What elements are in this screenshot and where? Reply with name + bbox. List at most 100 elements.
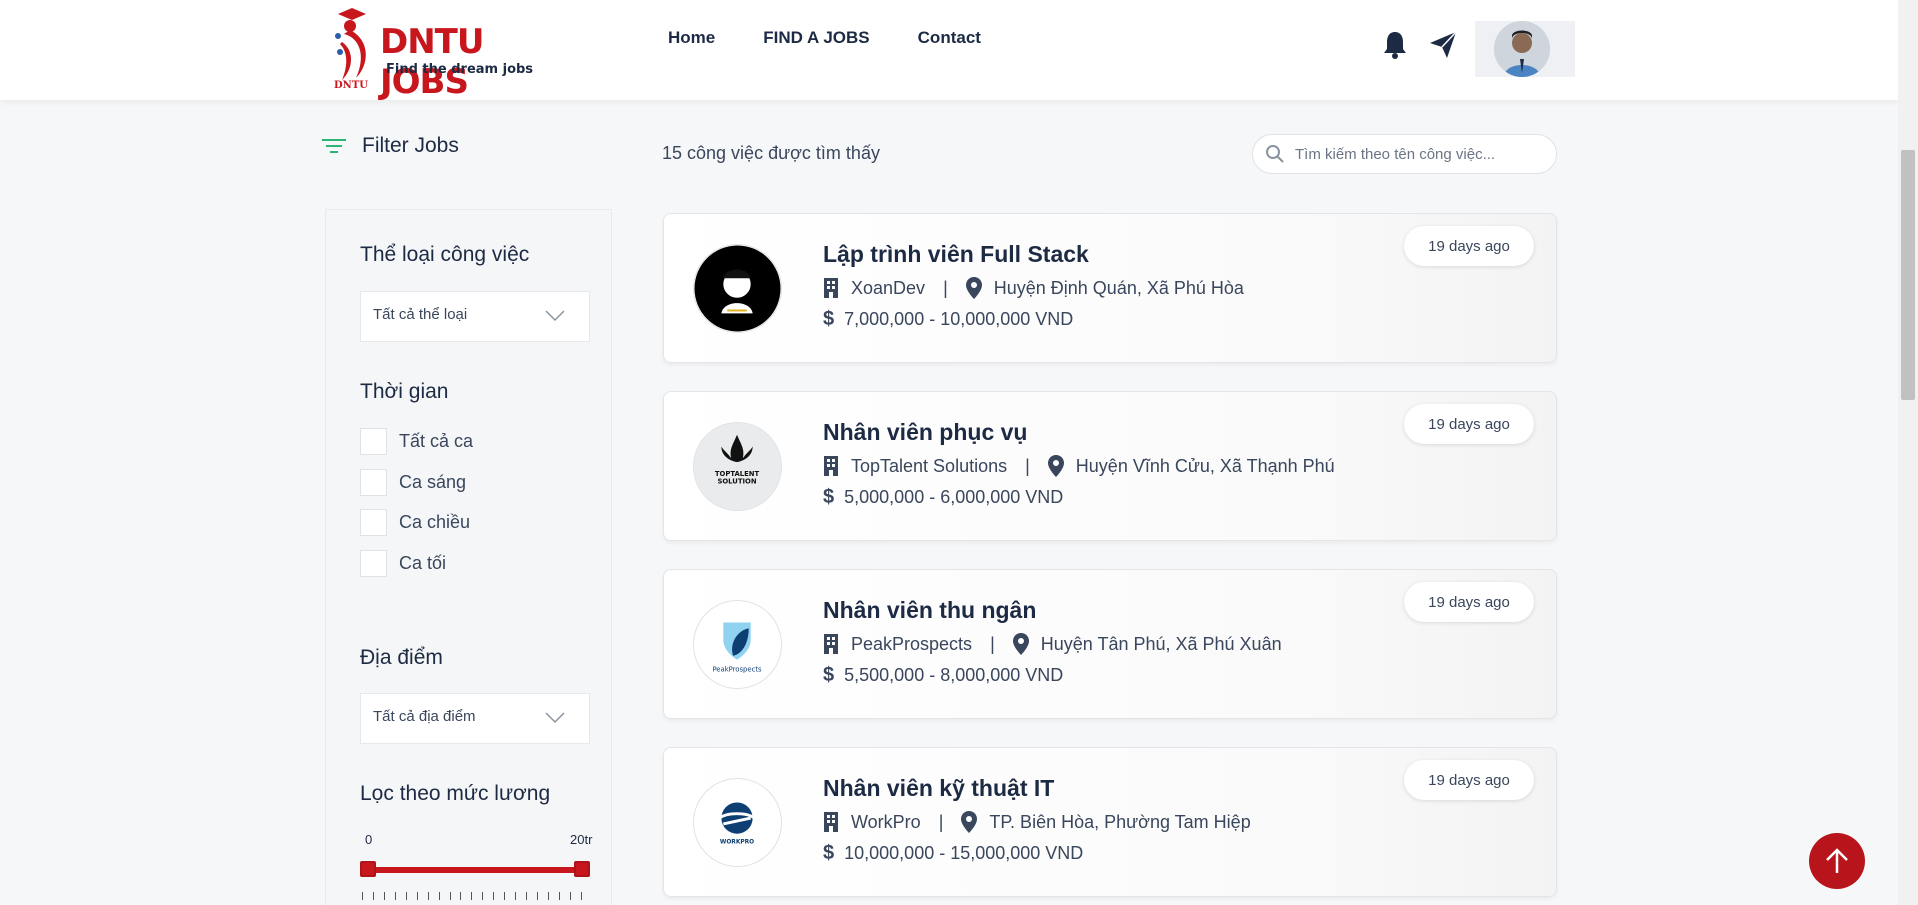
building-icon (824, 456, 838, 476)
svg-text:WORKPRO: WORKPRO (720, 840, 754, 846)
building-icon (824, 812, 838, 832)
chevron-down-icon (545, 712, 565, 724)
category-selected: Tất cả thể loại (373, 306, 468, 323)
logo-mark-text: DNTU (334, 80, 368, 91)
logo-tagline: Find the dream jobs (386, 62, 534, 77)
checkbox[interactable] (360, 550, 387, 577)
building-icon (824, 278, 838, 298)
job-salary: 7,000,000 - 10,000,000 VND (844, 309, 1074, 329)
checkbox-label: Ca chiều (399, 512, 471, 532)
job-title[interactable]: Nhân viên kỹ thuật IT (823, 775, 1054, 802)
location-selected: Tất cả địa điểm (373, 708, 476, 725)
location-title: Địa điểm (360, 646, 443, 669)
posted-badge: 19 days ago (1404, 404, 1534, 444)
nav-find-jobs[interactable]: FIND A JOBS (763, 28, 869, 48)
time-option-morning[interactable]: Ca sáng (360, 469, 466, 496)
map-pin-icon (1047, 455, 1064, 477)
company-logo: PeakProspects (693, 600, 782, 689)
search-icon (1266, 145, 1284, 163)
map-pin-icon (965, 277, 982, 299)
salary-min-handle[interactable] (360, 861, 376, 877)
company-logo: TOPTALENT SOLUTION (693, 422, 782, 511)
time-option-evening[interactable]: Ca tối (360, 550, 446, 577)
main-nav: Home FIND A JOBS Contact (668, 28, 981, 48)
results-count: 15 công việc được tìm thấy (662, 143, 880, 163)
job-card[interactable]: WORKPRO Nhân viên kỹ thuật IT WorkPro | … (663, 747, 1557, 897)
chevron-down-icon (545, 310, 565, 322)
job-card[interactable]: PeakProspects Nhân viên thu ngân PeakPro… (663, 569, 1557, 719)
job-location: Huyện Tân Phú, Xã Phú Xuân (1040, 633, 1282, 654)
svg-text:TOPTALENT: TOPTALENT (715, 470, 760, 478)
dollar-icon: $ (823, 486, 835, 508)
arrow-up-icon (1826, 848, 1848, 873)
dollar-icon: $ (823, 308, 835, 330)
scroll-to-top-button[interactable] (1809, 833, 1865, 889)
job-title[interactable]: Nhân viên phục vụ (823, 419, 1027, 446)
checkbox[interactable] (360, 509, 387, 536)
filter-sidebar: Thể loại công việc Tất cả thể loại Thời … (325, 209, 612, 905)
company-name[interactable]: XoanDev (851, 278, 925, 299)
job-meta: TopTalent Solutions | Huyện Vĩnh Cửu, Xã… (823, 455, 1335, 477)
location-select[interactable]: Tất cả địa điểm (360, 693, 590, 744)
salary-max-label: 20tr (570, 832, 593, 847)
map-pin-icon (961, 811, 978, 833)
site-logo[interactable]: DNTU JOBS Find the dream jobs DNTU (330, 4, 550, 102)
job-salary-row: $ 5,500,000 - 8,000,000 VND (823, 664, 1063, 687)
posted-badge: 19 days ago (1404, 582, 1534, 622)
site-header: DNTU JOBS Find the dream jobs DNTU Home … (0, 0, 1898, 102)
paper-plane-icon[interactable] (1428, 30, 1458, 60)
job-salary: 5,500,000 - 8,000,000 VND (844, 665, 1064, 685)
user-avatar[interactable] (1494, 21, 1550, 77)
job-location: Huyện Vĩnh Cửu, Xã Thạnh Phú (1075, 455, 1335, 476)
category-select[interactable]: Tất cả thể loại (360, 291, 590, 342)
filter-header: Filter Jobs (322, 134, 459, 158)
salary-min-label: 0 (365, 832, 373, 847)
job-salary-row: $ 10,000,000 - 15,000,000 VND (823, 842, 1083, 865)
job-title[interactable]: Nhân viên thu ngân (823, 597, 1036, 624)
job-meta: WorkPro | TP. Biên Hòa, Phường Tam Hiệp (823, 811, 1251, 833)
time-option-all[interactable]: Tất cả ca (360, 428, 473, 455)
company-name[interactable]: PeakProspects (851, 634, 972, 655)
salary-range-track[interactable] (362, 867, 582, 873)
posted-badge: 19 days ago (1404, 760, 1534, 800)
job-salary-row: $ 7,000,000 - 10,000,000 VND (823, 308, 1073, 331)
checkbox-label: Ca sáng (399, 472, 467, 492)
job-meta: XoanDev | Huyện Định Quán, Xã Phú Hòa (823, 277, 1244, 299)
job-salary: 5,000,000 - 6,000,000 VND (844, 487, 1064, 507)
job-location: TP. Biên Hòa, Phường Tam Hiệp (989, 811, 1251, 832)
time-option-afternoon[interactable]: Ca chiều (360, 509, 470, 536)
nav-contact[interactable]: Contact (918, 28, 981, 48)
job-card[interactable]: TOPTALENT SOLUTION Nhân viên phục vụ TopT… (663, 391, 1557, 541)
salary-max-handle[interactable] (574, 861, 590, 877)
company-name[interactable]: TopTalent Solutions (851, 456, 1007, 477)
salary-title: Lọc theo mức lương (360, 782, 551, 805)
category-title: Thể loại công việc (360, 243, 530, 266)
checkbox-label: Tất cả ca (399, 431, 474, 451)
search-input[interactable] (1295, 145, 1535, 163)
checkbox[interactable] (360, 428, 387, 455)
bell-icon[interactable] (1380, 30, 1410, 60)
salary-ticks (362, 892, 582, 904)
job-salary-row: $ 5,000,000 - 6,000,000 VND (823, 486, 1063, 509)
job-location: Huyện Định Quán, Xã Phú Hòa (993, 277, 1244, 298)
page-scrollbar[interactable] (1898, 0, 1918, 905)
svg-text:SOLUTION: SOLUTION (717, 478, 756, 486)
company-logo: WORKPRO (693, 778, 782, 867)
nav-home[interactable]: Home (668, 28, 715, 48)
job-salary: 10,000,000 - 15,000,000 VND (844, 843, 1084, 863)
dollar-icon: $ (823, 842, 835, 864)
scrollbar-thumb[interactable] (1901, 150, 1915, 400)
filter-title: Filter Jobs (362, 134, 459, 157)
svg-text:PeakProspects: PeakProspects (712, 665, 762, 673)
time-title: Thời gian (360, 380, 449, 403)
job-title[interactable]: Lập trình viên Full Stack (823, 241, 1089, 268)
job-card[interactable]: Lập trình viên Full Stack XoanDev | Huyệ… (663, 213, 1557, 363)
company-name[interactable]: WorkPro (851, 812, 921, 833)
job-search[interactable] (1252, 134, 1557, 174)
checkbox[interactable] (360, 469, 387, 496)
posted-badge: 19 days ago (1404, 226, 1534, 266)
map-pin-icon (1012, 633, 1029, 655)
building-icon (824, 634, 838, 654)
dollar-icon: $ (823, 664, 835, 686)
company-logo (693, 244, 782, 333)
